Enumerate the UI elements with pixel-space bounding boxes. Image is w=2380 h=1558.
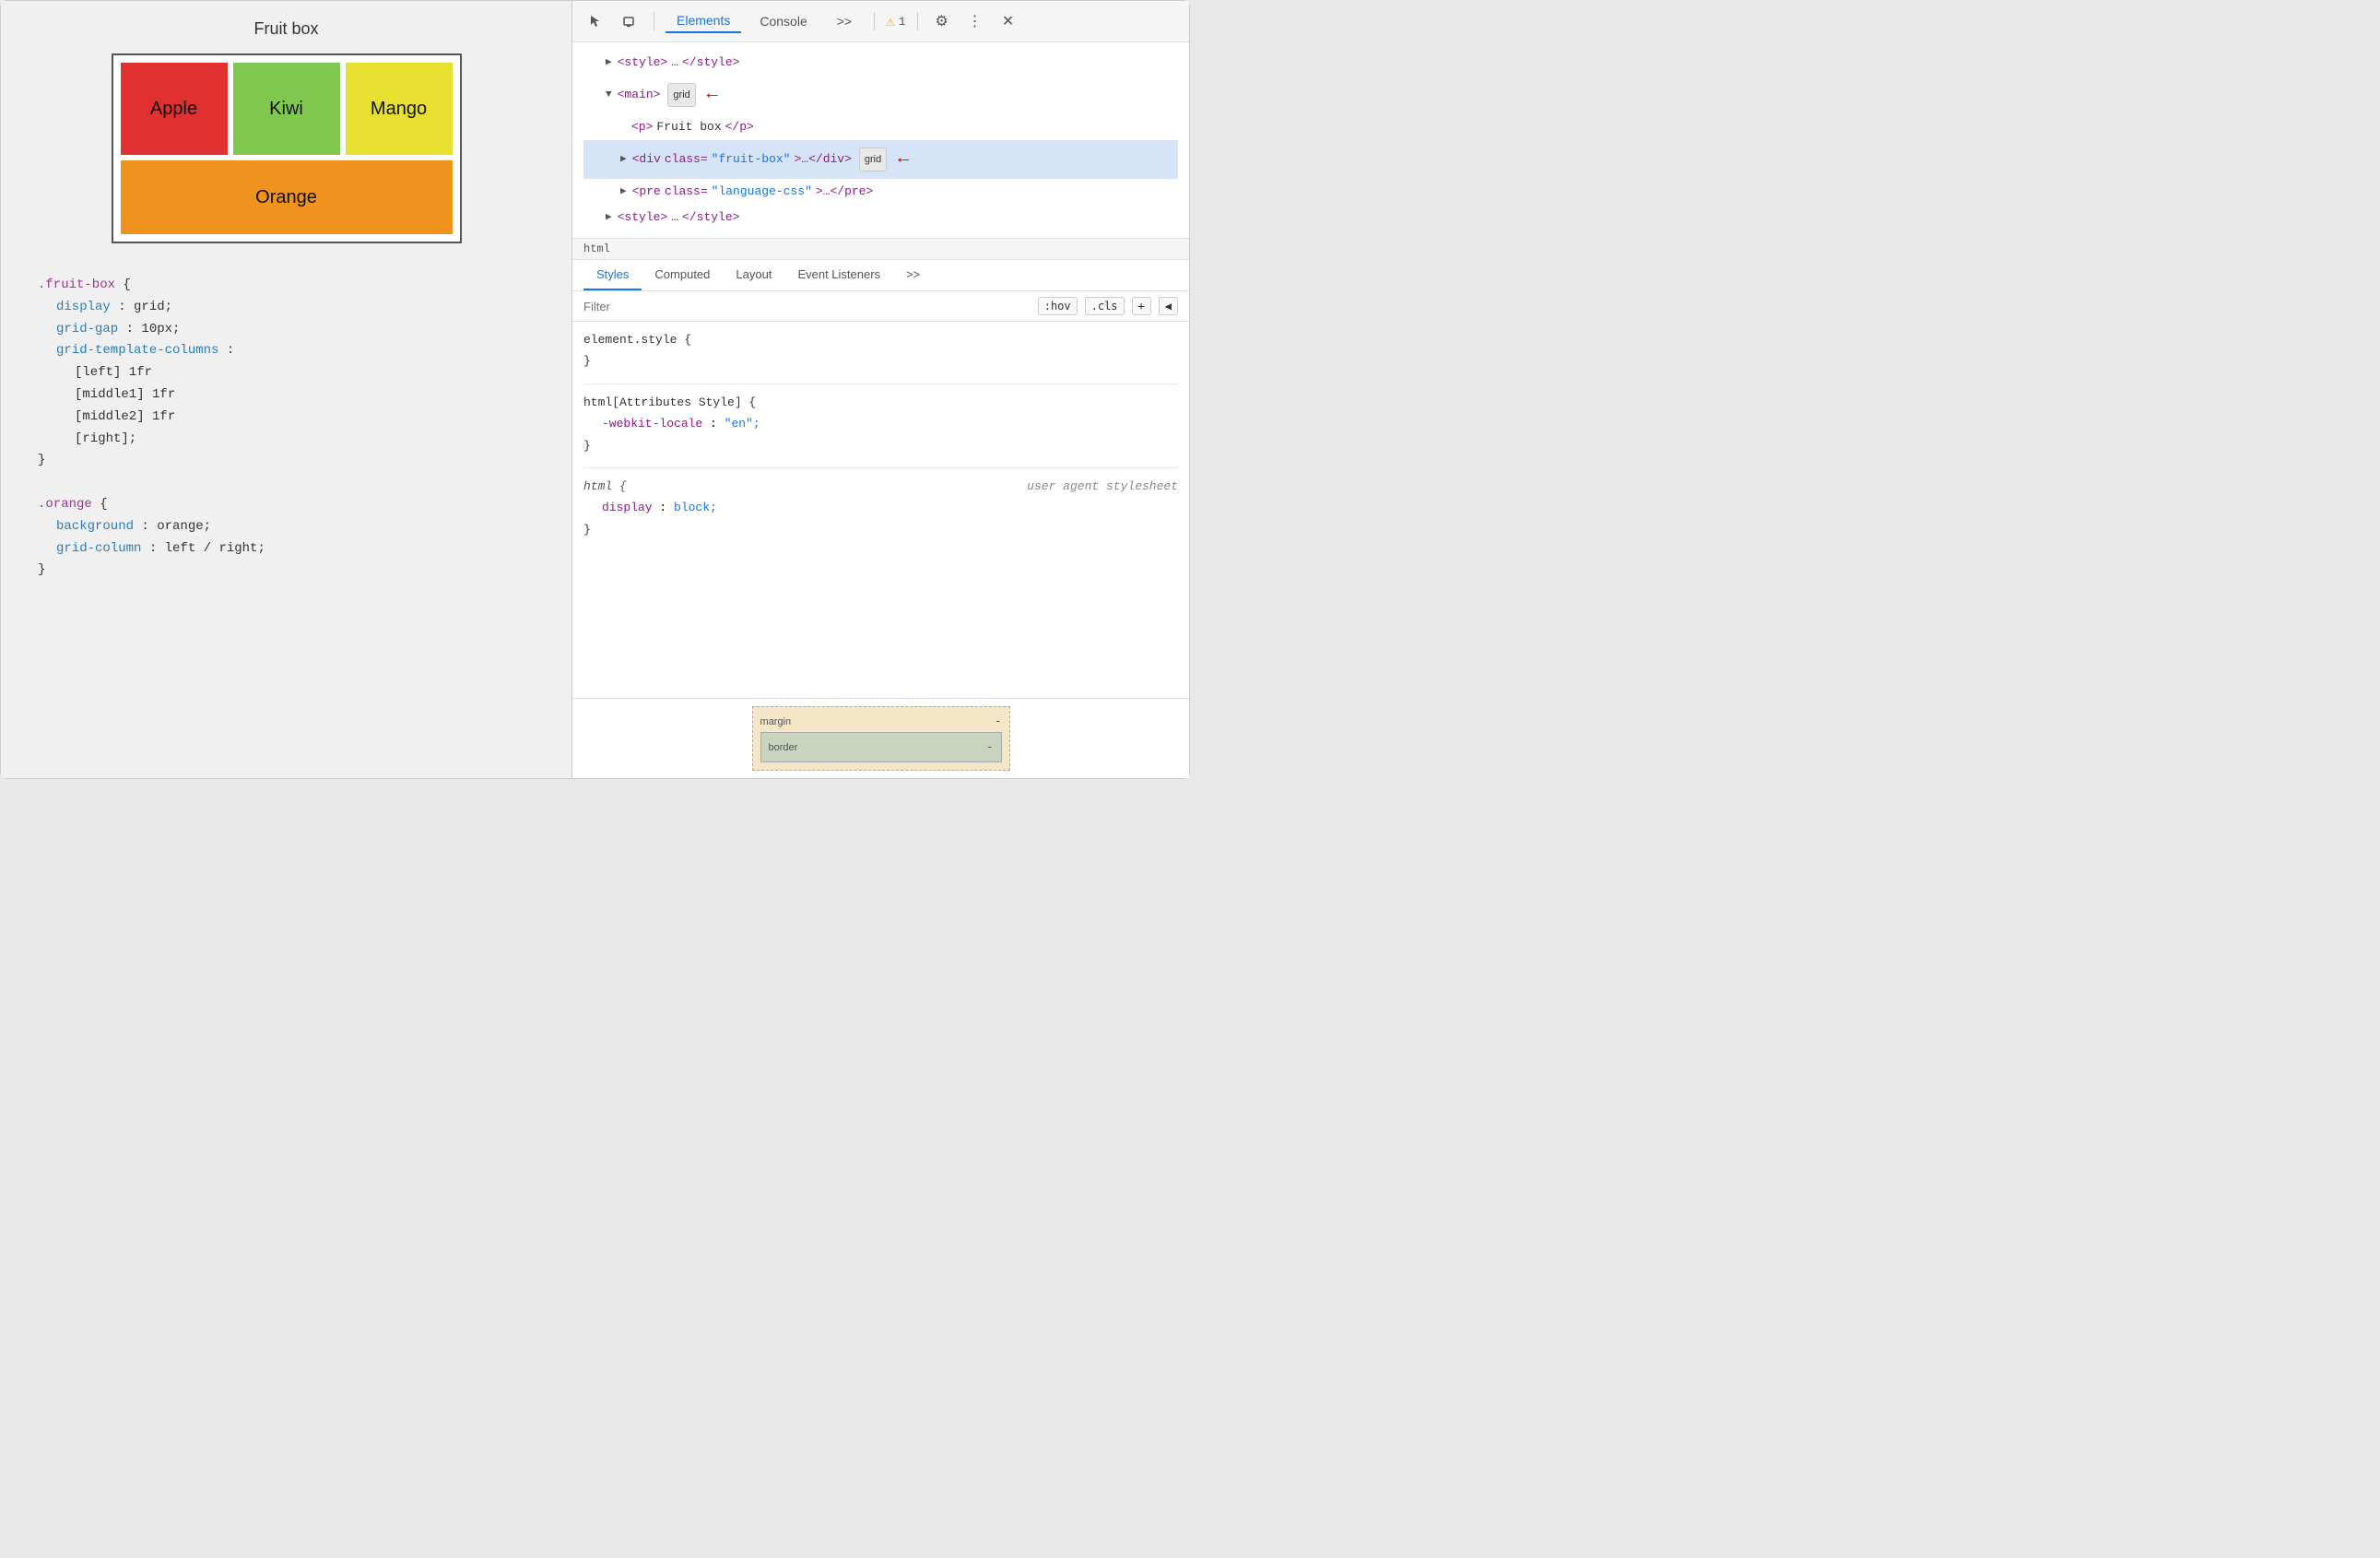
code-line: grid-column : left / right;: [56, 538, 535, 561]
devtools-panel: Elements Console >> ⚠ 1 ⚙ ⋮ ✕ ▶ <style> …: [572, 1, 1189, 778]
filter-input[interactable]: [583, 300, 1031, 313]
box-model-border-box: border -: [760, 732, 1002, 762]
code-line: }: [38, 450, 535, 472]
code-line: .orange {: [38, 494, 535, 516]
rule-close: }: [583, 350, 1178, 372]
code-line: .fruit-box {: [38, 275, 535, 297]
rule-selector: element.style {: [583, 329, 1178, 350]
tab-console[interactable]: Console: [748, 10, 818, 32]
code-line: [middle2] 1fr: [75, 407, 535, 429]
settings-icon[interactable]: ⚙: [929, 8, 955, 34]
fruit-box-grid: Apple Kiwi Mango Orange: [112, 53, 462, 243]
red-arrow-div: ←: [898, 141, 909, 178]
tab-more[interactable]: >>: [826, 10, 863, 32]
html-user-agent-rule: html { user agent stylesheet display : b…: [583, 476, 1178, 540]
grid-badge-div: grid: [859, 148, 887, 171]
rule-close: }: [583, 519, 1178, 540]
fruit-apple: Apple: [121, 63, 228, 155]
hov-button[interactable]: :hov: [1038, 297, 1078, 315]
devtools-toolbar: Elements Console >> ⚠ 1 ⚙ ⋮ ✕: [572, 1, 1189, 42]
dom-node-main[interactable]: ▼ <main> grid ←: [583, 76, 1178, 114]
code-line: background : orange;: [56, 516, 535, 538]
styles-content: element.style { } html[Attributes Style]…: [572, 322, 1189, 698]
box-icon[interactable]: [617, 8, 642, 34]
rule-property: display : block;: [602, 497, 1178, 518]
dom-node-fruit-box[interactable]: ▶ <div class= "fruit-box" >…</div> grid …: [583, 140, 1178, 179]
code-line: display : grid;: [56, 297, 535, 319]
collapse-arrow[interactable]: ▼: [606, 85, 612, 105]
code-line: [middle1] 1fr: [75, 384, 535, 407]
box-model-margin-row: margin -: [760, 714, 1002, 728]
add-rule-button[interactable]: +: [1132, 297, 1151, 315]
tab-elements[interactable]: Elements: [666, 9, 741, 33]
rule-property: -webkit-locale : "en";: [602, 413, 1178, 434]
filter-bar: :hov .cls + ◀: [572, 291, 1189, 322]
styles-tabs: Styles Computed Layout Event Listeners >…: [572, 260, 1189, 291]
tab-more-panels[interactable]: >>: [893, 260, 933, 290]
html-attributes-rule: html[Attributes Style] { -webkit-locale …: [583, 392, 1178, 456]
warning-icon: ⚠: [886, 12, 895, 30]
box-model-border-row: border -: [769, 740, 994, 754]
code-line: grid-template-columns :: [56, 340, 535, 362]
rule-close: }: [583, 435, 1178, 456]
dom-node-p[interactable]: <p> Fruit box </p>: [583, 114, 1178, 140]
toggle-sidebar-button[interactable]: ◀: [1159, 297, 1178, 315]
box-model-section: margin - border -: [572, 698, 1189, 778]
expand-arrow[interactable]: ▶: [606, 53, 612, 73]
box-model-outer: margin - border -: [752, 706, 1010, 771]
red-arrow-main: ←: [707, 77, 718, 113]
close-icon[interactable]: ✕: [996, 8, 1021, 34]
dom-node-style2[interactable]: ▶ <style> … </style>: [583, 205, 1178, 230]
fruit-kiwi: Kiwi: [233, 63, 340, 155]
left-panel: Fruit box Apple Kiwi Mango Orange .fruit…: [1, 1, 572, 778]
more-icon[interactable]: ⋮: [962, 8, 988, 34]
warning-badge: ⚠ 1: [886, 12, 905, 30]
element-style-rule: element.style { }: [583, 329, 1178, 372]
dom-node-style1[interactable]: ▶ <style> … </style>: [583, 50, 1178, 76]
toolbar-divider2: [874, 12, 875, 30]
code-line: [right];: [75, 429, 535, 451]
fruit-mango: Mango: [346, 63, 453, 155]
dom-tree: ▶ <style> … </style> ▼ <main> grid ← <p>…: [572, 42, 1189, 239]
dom-node-pre[interactable]: ▶ <pre class= "language-css" >…</pre>: [583, 179, 1178, 205]
toolbar-divider3: [917, 12, 918, 30]
code-block: .fruit-box { display : grid; grid-gap : …: [19, 266, 553, 591]
tab-styles[interactable]: Styles: [583, 260, 642, 290]
rule-selector: html { user agent stylesheet: [583, 476, 1178, 497]
tab-layout[interactable]: Layout: [723, 260, 784, 290]
tab-event-listeners[interactable]: Event Listeners: [784, 260, 893, 290]
grid-badge-main: grid: [667, 83, 695, 107]
expand-arrow3[interactable]: ▶: [620, 182, 627, 202]
expand-arrow4[interactable]: ▶: [606, 207, 612, 228]
code-line: [left] 1fr: [75, 362, 535, 384]
cursor-icon[interactable]: [583, 8, 609, 34]
expand-arrow2[interactable]: ▶: [620, 149, 627, 170]
rule-selector: html[Attributes Style] {: [583, 392, 1178, 413]
tab-computed[interactable]: Computed: [642, 260, 723, 290]
code-line: }: [38, 560, 535, 582]
fruit-orange: Orange: [121, 160, 453, 234]
code-line: grid-gap : 10px;: [56, 319, 535, 341]
cls-button[interactable]: .cls: [1085, 297, 1125, 315]
breadcrumb: html: [572, 239, 1189, 260]
page-title: Fruit box: [253, 19, 318, 39]
